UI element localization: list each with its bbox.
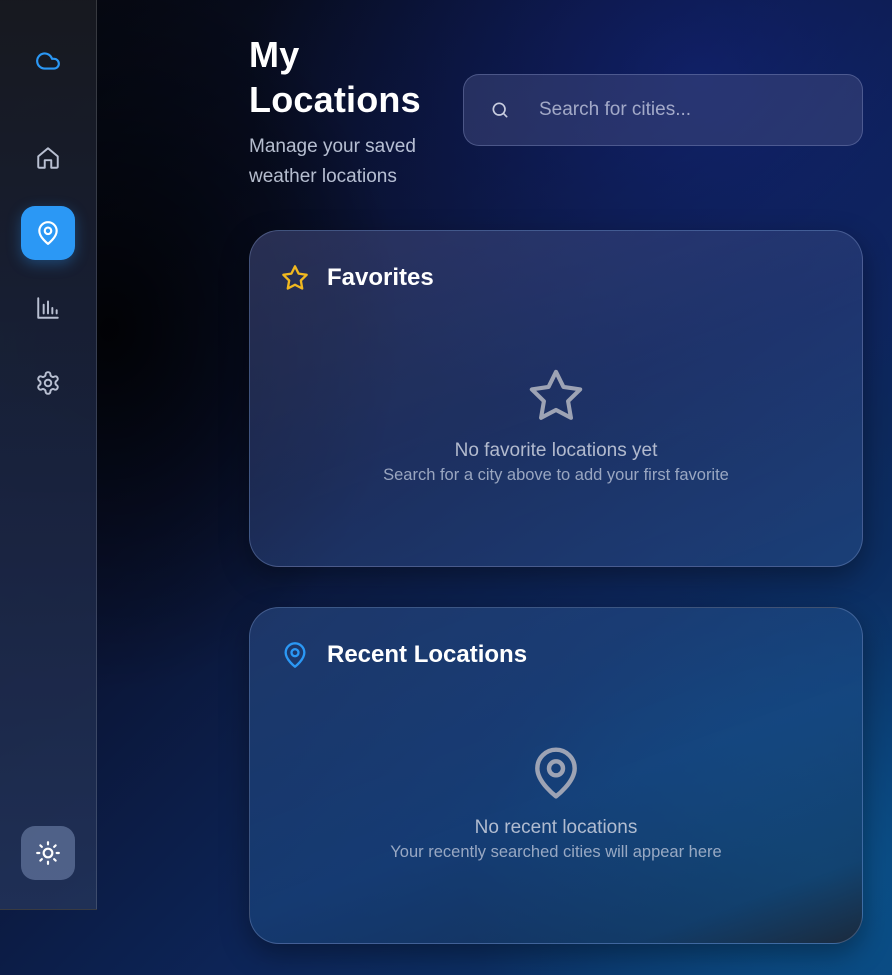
star-outline-icon [250,367,862,425]
sun-icon [35,840,61,866]
cloud-icon [33,48,63,74]
search-input[interactable] [539,99,829,121]
sidebar-item-locations[interactable] [21,206,75,260]
sidebar-item-stats[interactable] [21,281,75,335]
recent-locations-card: Recent Locations No recent locations You… [249,607,863,944]
favorites-empty-hint: Search for a city above to add your firs… [383,466,729,484]
app-logo[interactable] [21,34,75,88]
recent-empty-title: No recent locations [474,817,638,838]
recent-locations-heading: Recent Locations [327,641,528,668]
recent-empty-state: No recent locations Your recently search… [250,744,862,864]
gear-icon [35,370,61,396]
favorites-heading: Favorites [327,264,434,291]
home-icon [35,145,61,171]
sidebar-item-home[interactable] [21,131,75,185]
map-pin-icon [281,640,309,670]
favorites-card: Favorites No favorite locations yet Sear… [249,230,863,567]
search-icon [488,98,512,122]
city-search-bar [463,74,863,146]
sidebar [0,0,97,910]
star-icon [281,263,309,293]
favorites-empty-title: No favorite locations yet [454,440,658,461]
page-subtitle: Manage your saved weather locations [249,136,416,187]
theme-toggle-button[interactable] [21,826,75,880]
favorites-empty-state: No favorite locations yet Search for a c… [250,367,862,487]
page-title: My Locations [249,34,421,120]
favorites-header: Favorites [281,263,434,293]
recent-locations-header: Recent Locations [281,640,527,670]
sidebar-item-settings[interactable] [21,356,75,410]
map-pin-outline-icon [250,744,862,802]
recent-empty-hint: Your recently searched cities will appea… [390,843,722,861]
map-pin-icon [35,220,61,246]
bar-chart-icon [35,295,61,321]
